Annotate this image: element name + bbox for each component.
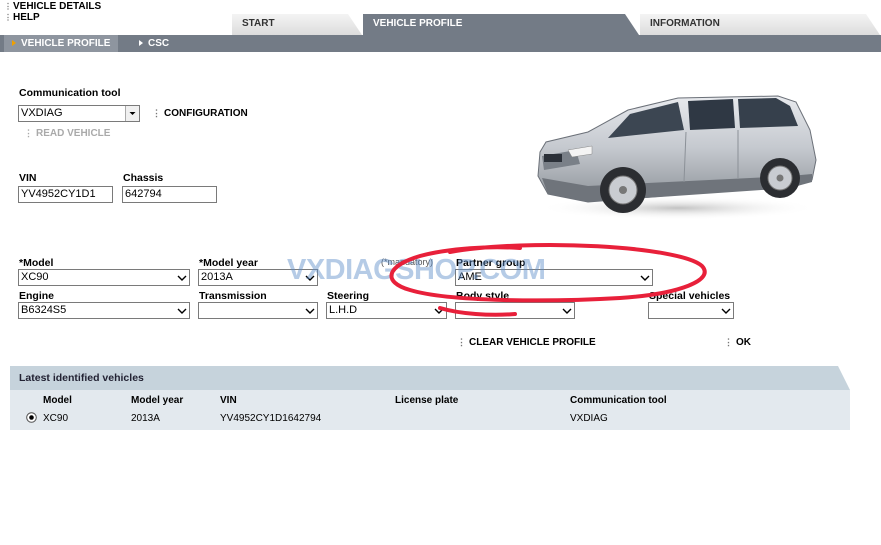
cell-model-year: 2013A xyxy=(131,413,160,424)
tab-vehicle-profile[interactable]: VEHICLE PROFILE xyxy=(363,14,639,35)
chevron-down-icon xyxy=(305,306,315,315)
annotation-circle xyxy=(389,242,707,317)
comm-tool-select[interactable]: VXDIAG xyxy=(18,105,140,122)
vehicle-image xyxy=(537,95,818,220)
subtab-vehicle-profile[interactable]: VEHICLE PROFILE xyxy=(4,35,119,52)
col-vin: VIN xyxy=(220,395,237,406)
subtab-csc[interactable]: CSC xyxy=(139,35,169,52)
chevron-down-icon xyxy=(177,273,187,282)
tab-information[interactable]: INFORMATION xyxy=(640,14,880,35)
arrow-right-icon xyxy=(12,40,16,47)
grip-icon: ⋮ xyxy=(152,108,161,118)
read-vehicle-button[interactable]: ⋮ READ VEHICLE xyxy=(24,128,110,139)
transmission-label: Transmission xyxy=(199,290,267,302)
grip-icon: ⋮ xyxy=(4,13,12,22)
transmission-select[interactable] xyxy=(198,302,318,319)
chassis-label: Chassis xyxy=(123,172,164,184)
chevron-down-icon xyxy=(721,306,731,315)
menu-vehicle-details[interactable]: ⋮ VEHICLE DETAILS xyxy=(4,1,101,12)
vin-field[interactable]: YV4952CY1D1 xyxy=(18,186,113,203)
col-model-year: Model year xyxy=(131,395,184,406)
tab-start[interactable]: START xyxy=(232,14,362,35)
comm-tool-label: Communication tool xyxy=(19,87,121,99)
ok-button[interactable]: ⋮ OK xyxy=(724,337,751,348)
col-communication-tool: Communication tool xyxy=(570,395,667,406)
clear-vehicle-profile-button[interactable]: ⋮ CLEAR VEHICLE PROFILE xyxy=(457,337,596,348)
col-model: Model xyxy=(43,395,72,406)
model-label: *Model xyxy=(19,257,54,269)
grip-icon: ⋮ xyxy=(24,128,33,138)
grip-icon: ⋮ xyxy=(457,337,466,347)
cell-model: XC90 xyxy=(43,413,69,424)
cell-communication-tool: VXDIAG xyxy=(570,413,608,424)
chevron-down-icon xyxy=(125,106,139,121)
menu-help[interactable]: ⋮ HELP xyxy=(4,12,101,23)
top-menu: ⋮ VEHICLE DETAILS ⋮ HELP xyxy=(4,1,101,23)
engine-label: Engine xyxy=(19,290,55,302)
chevron-down-icon xyxy=(177,306,187,315)
col-license-plate: License plate xyxy=(395,395,459,406)
configuration-button[interactable]: ⋮ CONFIGURATION xyxy=(152,108,248,119)
steering-label: Steering xyxy=(327,290,370,302)
cell-vin: YV4952CY1D1642794 xyxy=(220,413,322,424)
row-radio[interactable] xyxy=(26,412,37,423)
arrow-right-icon xyxy=(139,40,143,47)
vin-label: VIN xyxy=(19,172,37,184)
chassis-field[interactable]: 642794 xyxy=(122,186,217,203)
model-year-label: *Model year xyxy=(199,257,258,269)
latest-vehicles-title: Latest identified vehicles xyxy=(19,372,144,384)
model-select[interactable]: XC90 xyxy=(18,269,190,286)
subtab-bar xyxy=(0,35,881,52)
engine-select[interactable]: B6324S5 xyxy=(18,302,190,319)
grip-icon: ⋮ xyxy=(4,2,12,11)
grip-icon: ⋮ xyxy=(724,337,733,347)
